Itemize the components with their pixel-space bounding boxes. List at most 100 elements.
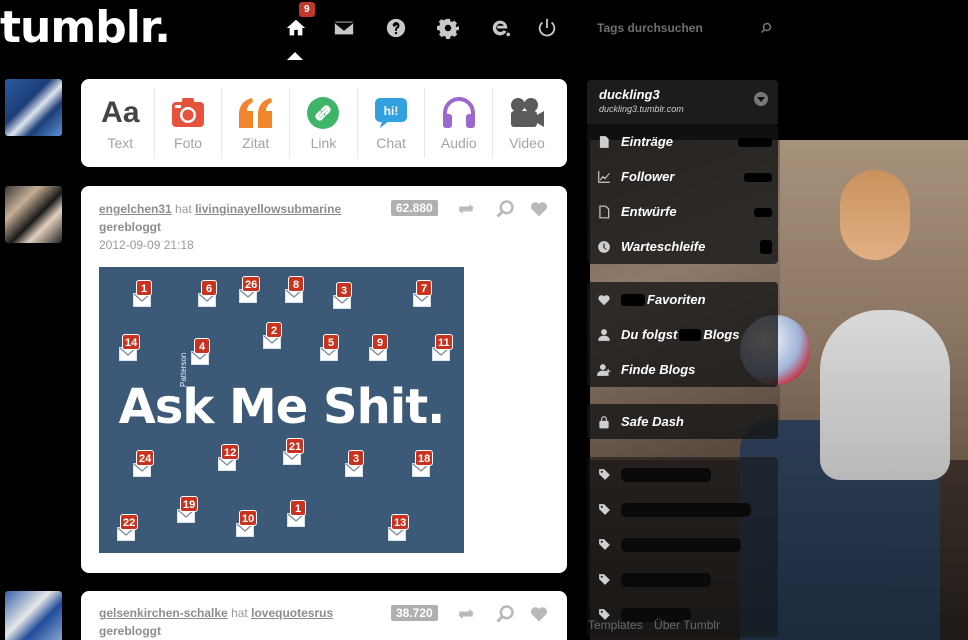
- sidebar-item-follower[interactable]: Follower: [587, 159, 778, 194]
- tumblr-logo[interactable]: tumblr.: [0, 2, 171, 53]
- tag-search-input[interactable]: [588, 21, 748, 35]
- envelope-count-badge: 26: [242, 276, 261, 292]
- envelope-count-badge: 6: [201, 280, 217, 296]
- draft-icon: [599, 205, 610, 218]
- tag-icon: [598, 539, 610, 550]
- sidebar-item-entwuerfe[interactable]: Entwürfe: [587, 194, 778, 229]
- post-action: gerebloggt: [99, 220, 161, 234]
- e-icon: [492, 20, 511, 37]
- my-avatar[interactable]: [5, 79, 62, 136]
- background-person-head: [840, 170, 910, 260]
- quote-icon: [238, 98, 272, 128]
- envelope-count-badge: 22: [120, 514, 139, 530]
- sidebar-item-safe-dash[interactable]: Safe Dash: [587, 404, 778, 439]
- sidebar-item-label: Follower: [621, 169, 675, 184]
- svg-text:hi!: hi!: [384, 104, 399, 118]
- post-type-chat[interactable]: hi! Chat: [358, 88, 426, 158]
- envelope-count-badge: 3: [348, 450, 364, 466]
- envelope-count-badge: 21: [286, 438, 305, 454]
- sidebar-item-label: Finde Blogs: [621, 362, 696, 377]
- edit-button[interactable]: [486, 14, 514, 42]
- home-icon: [286, 19, 306, 36]
- inbox-button[interactable]: [330, 14, 358, 42]
- sidebar-item-label: Safe Dash: [621, 414, 684, 429]
- post-type-foto[interactable]: Foto: [155, 88, 223, 158]
- envelope-count-badge: 10: [239, 510, 258, 526]
- redacted-count: [744, 173, 772, 182]
- redacted-count: [738, 138, 772, 147]
- chevron-down-icon[interactable]: [754, 92, 768, 106]
- settings-button[interactable]: [434, 14, 462, 42]
- post-avatar-gelsenkirchen-schalke[interactable]: [5, 591, 62, 640]
- footer-link-templates[interactable]: Templates: [588, 618, 643, 632]
- post-source-link[interactable]: lovequotesrus: [251, 606, 333, 620]
- envelope-icon: 11: [432, 334, 453, 361]
- post-action: gerebloggt: [99, 624, 161, 638]
- post-author-link[interactable]: gelsenkirchen-schalke: [99, 606, 228, 620]
- envelope-count-badge: 5: [323, 334, 339, 350]
- sidebar-item-label: Favoriten: [647, 292, 706, 307]
- logout-button[interactable]: [533, 14, 561, 42]
- post-type-label: Foto: [174, 135, 203, 151]
- sidebar-item-du-folgst[interactable]: Du folgst Blogs: [587, 317, 778, 352]
- search-icon[interactable]: [760, 22, 772, 34]
- tag-search: [588, 12, 778, 44]
- home-active-caret: [287, 52, 303, 60]
- tracked-tag[interactable]: [587, 492, 778, 527]
- tracked-tag[interactable]: [587, 457, 778, 492]
- redacted-tag: [621, 467, 711, 482]
- envelope-icon: 13: [388, 514, 410, 541]
- post-author-link[interactable]: engelchen31: [99, 202, 172, 216]
- help-button[interactable]: [382, 14, 410, 42]
- chat-icon: hi!: [375, 98, 408, 128]
- envelope-count-badge: 7: [416, 280, 432, 296]
- like-button[interactable]: [529, 199, 551, 219]
- home-button[interactable]: 9: [282, 2, 315, 42]
- reblog-button[interactable]: [456, 199, 478, 219]
- envelope-icon: 22: [117, 514, 139, 541]
- sidebar-item-label: Blogs: [703, 327, 740, 342]
- home-badge: 9: [299, 2, 315, 17]
- post-source-link[interactable]: livinginayellowsubmarine: [195, 202, 341, 216]
- post-type-link[interactable]: Link: [290, 88, 358, 158]
- envelope-icon: 10: [236, 510, 258, 537]
- envelope-count-badge: 19: [180, 496, 199, 512]
- blog-url: duckling3.tumblr.com: [599, 104, 684, 114]
- footer-link-about[interactable]: Über Tumblr: [654, 618, 720, 632]
- envelope-count-badge: 8: [288, 276, 304, 292]
- post-date: 2012-09-09 21:18: [99, 238, 194, 252]
- person-icon: [598, 328, 610, 341]
- sidebar-item-favoriten[interactable]: Favoriten: [587, 282, 778, 317]
- sidebar-item-finde-blogs[interactable]: Finde Blogs: [587, 352, 778, 387]
- post-verb: hat: [231, 606, 248, 620]
- envelope-icon: 2: [263, 322, 282, 349]
- sidebar-item-label: Du folgst: [621, 327, 678, 342]
- envelope-count-badge: 9: [372, 334, 388, 350]
- post-type-label: Zitat: [242, 135, 270, 151]
- redacted-tag: [621, 502, 751, 517]
- tracked-tag[interactable]: [587, 527, 778, 562]
- post-type-video[interactable]: Video: [493, 88, 561, 158]
- zoom-button[interactable]: [495, 199, 517, 219]
- blog-switcher[interactable]: duckling3 duckling3.tumblr.com: [587, 80, 778, 124]
- sidebar-item-eintraege[interactable]: Einträge: [587, 124, 778, 159]
- zoom-button[interactable]: [495, 604, 517, 624]
- heart-icon: [530, 202, 548, 217]
- envelope-icon: 6: [198, 280, 217, 307]
- tracked-tag[interactable]: [587, 562, 778, 597]
- post-avatar-engelchen31[interactable]: [5, 186, 62, 243]
- notes-count[interactable]: 38.720: [391, 605, 438, 621]
- post-type-audio[interactable]: Audio: [425, 88, 494, 158]
- reblog-button[interactable]: [456, 604, 478, 624]
- envelope-icon: 21: [283, 438, 305, 465]
- sidebar-item-label: Warteschleife: [621, 239, 706, 254]
- reblog-icon: [458, 204, 474, 214]
- question-icon: [386, 18, 406, 38]
- power-icon: [538, 18, 556, 37]
- post-type-text[interactable]: Aa Text: [87, 88, 155, 158]
- notes-count[interactable]: 62.880: [391, 200, 438, 216]
- post-type-zitat[interactable]: Zitat: [222, 88, 291, 158]
- like-button[interactable]: [529, 604, 551, 624]
- sidebar-item-warteschleife[interactable]: Warteschleife: [587, 229, 778, 264]
- ask-me-image[interactable]: Ask Me Shit. Patterson 1 6 26 8 3 7 14 4 2 5 9 11 24…: [99, 267, 464, 553]
